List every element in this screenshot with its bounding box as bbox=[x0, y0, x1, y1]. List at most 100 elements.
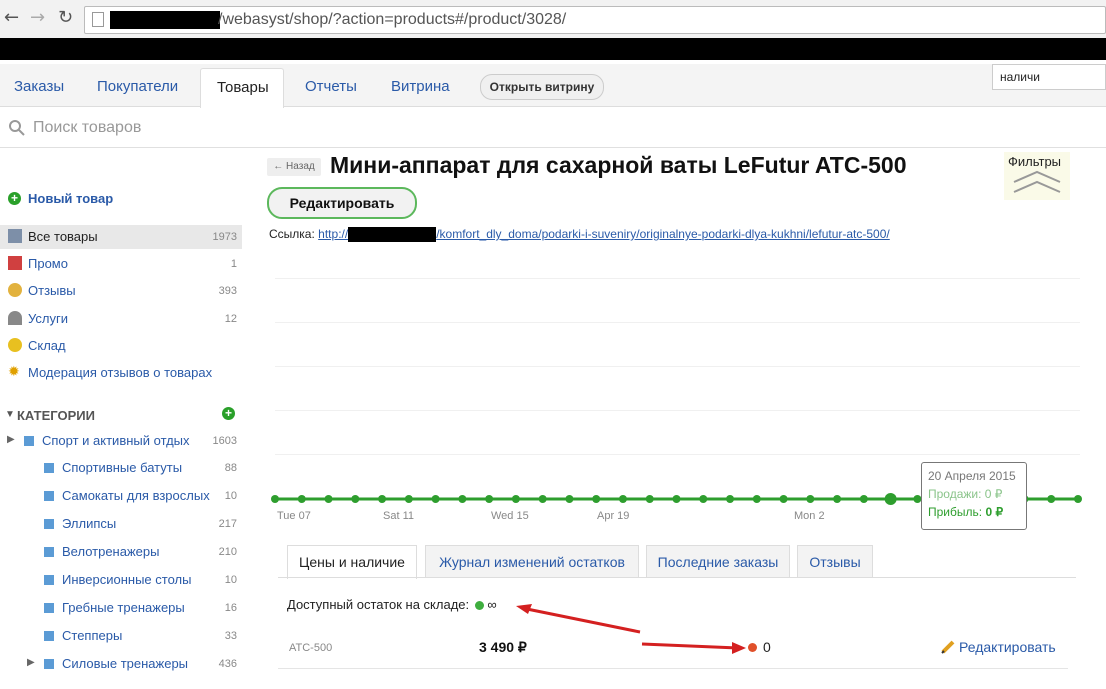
category-count: 217 bbox=[218, 518, 237, 530]
add-category-icon[interactable]: + bbox=[222, 407, 235, 420]
data-point[interactable] bbox=[752, 495, 761, 503]
data-point[interactable] bbox=[404, 495, 413, 503]
x-tick-label: Apr 19 bbox=[597, 510, 629, 522]
folder-icon bbox=[44, 519, 54, 529]
chart-gridline bbox=[275, 366, 1080, 367]
sku-edit-link[interactable]: Редактировать bbox=[959, 639, 1056, 655]
data-point[interactable] bbox=[859, 495, 868, 503]
category-item[interactable]: Силовые тренажеры bbox=[62, 656, 188, 671]
subtab-stock-log[interactable]: Журнал изменений остатков bbox=[425, 545, 639, 578]
data-point[interactable] bbox=[1074, 495, 1082, 503]
sidebar-item-stock[interactable]: Склад bbox=[28, 338, 66, 353]
open-storefront-button[interactable]: Открыть витрину bbox=[480, 74, 604, 100]
top-search-input[interactable]: наличи bbox=[992, 64, 1106, 90]
data-point[interactable] bbox=[565, 495, 574, 503]
expand-icon[interactable]: ▶ bbox=[27, 657, 35, 668]
tab-reports[interactable]: Отчеты bbox=[305, 78, 357, 95]
folder-icon bbox=[44, 603, 54, 613]
reload-icon[interactable]: ↻ bbox=[58, 8, 73, 28]
data-point[interactable] bbox=[833, 495, 842, 503]
data-point[interactable] bbox=[699, 495, 708, 503]
subtab-recent-orders[interactable]: Последние заказы bbox=[646, 545, 790, 578]
subtab-prices-stock[interactable]: Цены и наличие bbox=[287, 545, 417, 579]
search-placeholder[interactable]: Поиск товаров bbox=[33, 119, 141, 137]
filters-toggle[interactable]: Фильтры bbox=[1004, 152, 1070, 200]
tab-customers[interactable]: Покупатели bbox=[97, 78, 178, 95]
new-product-link[interactable]: Новый товар bbox=[28, 191, 113, 206]
edit-product-button[interactable]: Редактировать bbox=[267, 187, 417, 219]
category-count: 1603 bbox=[212, 435, 237, 447]
sidebar-item-moderation[interactable]: Модерация отзывов о товарах bbox=[28, 365, 212, 380]
data-point[interactable] bbox=[592, 495, 601, 503]
arrow-left-icon[interactable]: ← bbox=[4, 8, 19, 28]
data-point[interactable] bbox=[726, 495, 735, 503]
collapse-icon[interactable]: ▼ bbox=[5, 409, 15, 420]
page-title: Мини-аппарат для сахарной ваты LeFutur A… bbox=[330, 152, 907, 178]
folder-icon bbox=[44, 491, 54, 501]
product-search-bar[interactable] bbox=[0, 107, 1106, 148]
folder-icon bbox=[24, 436, 34, 446]
tooltip-sales-label: Продажи: bbox=[928, 487, 982, 501]
bell-icon bbox=[8, 311, 22, 325]
data-point[interactable] bbox=[511, 495, 520, 503]
tab-storefront[interactable]: Витрина bbox=[391, 78, 450, 95]
sidebar-count: 393 bbox=[218, 285, 237, 297]
stock-value: ∞ bbox=[487, 597, 497, 612]
tooltip-profit-label: Прибыль: bbox=[928, 505, 983, 519]
data-point[interactable] bbox=[806, 495, 815, 503]
product-link-row: Ссылка: http:///komfort_dly_doma/podarki… bbox=[269, 227, 890, 243]
review-icon bbox=[8, 283, 22, 297]
chart-gridline bbox=[275, 322, 1080, 323]
folder-icon bbox=[44, 547, 54, 557]
category-item[interactable]: Самокаты для взрослых bbox=[62, 488, 210, 503]
link-label: Ссылка: bbox=[269, 227, 315, 241]
sidebar-item-reviews[interactable]: Отзывы bbox=[28, 283, 76, 298]
sidebar-item-services[interactable]: Услуги bbox=[28, 311, 68, 326]
data-point[interactable] bbox=[618, 495, 627, 503]
sidebar-count: 1973 bbox=[212, 231, 237, 243]
subtab-divider bbox=[278, 577, 1076, 578]
category-count: 210 bbox=[218, 546, 237, 558]
sidebar-item-all-products[interactable]: Все товары bbox=[28, 229, 98, 244]
chevron-up-icon bbox=[1013, 170, 1061, 193]
data-point[interactable] bbox=[458, 495, 467, 503]
chart-gridline bbox=[275, 278, 1080, 279]
category-item[interactable]: Гребные тренажеры bbox=[62, 600, 185, 615]
data-point[interactable] bbox=[485, 495, 494, 503]
data-point[interactable] bbox=[779, 495, 788, 503]
chart-tooltip: 20 Апреля 2015 Продажи: 0 ₽ Прибыль: 0 ₽ bbox=[921, 462, 1027, 530]
data-point[interactable] bbox=[378, 495, 387, 503]
category-sport[interactable]: Спорт и активный отдых bbox=[42, 433, 190, 448]
url-text[interactable]: /webasyst/shop/?action=products#/product… bbox=[218, 11, 566, 29]
product-url-link[interactable]: http:///komfort_dly_doma/podarki-i-suven… bbox=[318, 227, 890, 243]
arrow-right-icon[interactable]: → bbox=[30, 8, 45, 28]
data-point[interactable] bbox=[431, 495, 440, 503]
tab-products[interactable]: Товары bbox=[200, 68, 284, 108]
data-point[interactable] bbox=[1047, 495, 1056, 503]
data-point[interactable] bbox=[351, 495, 360, 503]
data-point[interactable] bbox=[271, 495, 279, 503]
sidebar-item-promo[interactable]: Промо bbox=[28, 256, 68, 271]
tab-products-label: Товары bbox=[217, 79, 269, 96]
category-item[interactable]: Инверсионные столы bbox=[62, 572, 191, 587]
category-item[interactable]: Спортивные батуты bbox=[62, 460, 182, 475]
data-point[interactable] bbox=[538, 495, 547, 503]
subtab-reviews[interactable]: Отзывы bbox=[797, 545, 873, 578]
x-tick-label: Mon 2 bbox=[794, 510, 825, 522]
category-item[interactable]: Эллипсы bbox=[62, 516, 116, 531]
category-item[interactable]: Велотренажеры bbox=[62, 544, 159, 559]
warehouse-icon bbox=[8, 338, 22, 352]
page-icon bbox=[92, 12, 104, 27]
data-point[interactable] bbox=[324, 495, 333, 503]
data-point[interactable] bbox=[672, 495, 681, 503]
category-item[interactable]: Степперы bbox=[62, 628, 122, 643]
expand-icon[interactable]: ▶ bbox=[7, 434, 15, 445]
stock-row: Доступный остаток на складе: ∞ bbox=[287, 597, 497, 612]
folder-icon bbox=[44, 659, 54, 669]
data-point[interactable] bbox=[297, 495, 306, 503]
back-button[interactable]: ← Назад bbox=[267, 158, 321, 176]
data-point[interactable] bbox=[884, 493, 897, 505]
tab-orders[interactable]: Заказы bbox=[14, 78, 64, 95]
stack-icon bbox=[8, 229, 22, 243]
data-point[interactable] bbox=[645, 495, 654, 503]
